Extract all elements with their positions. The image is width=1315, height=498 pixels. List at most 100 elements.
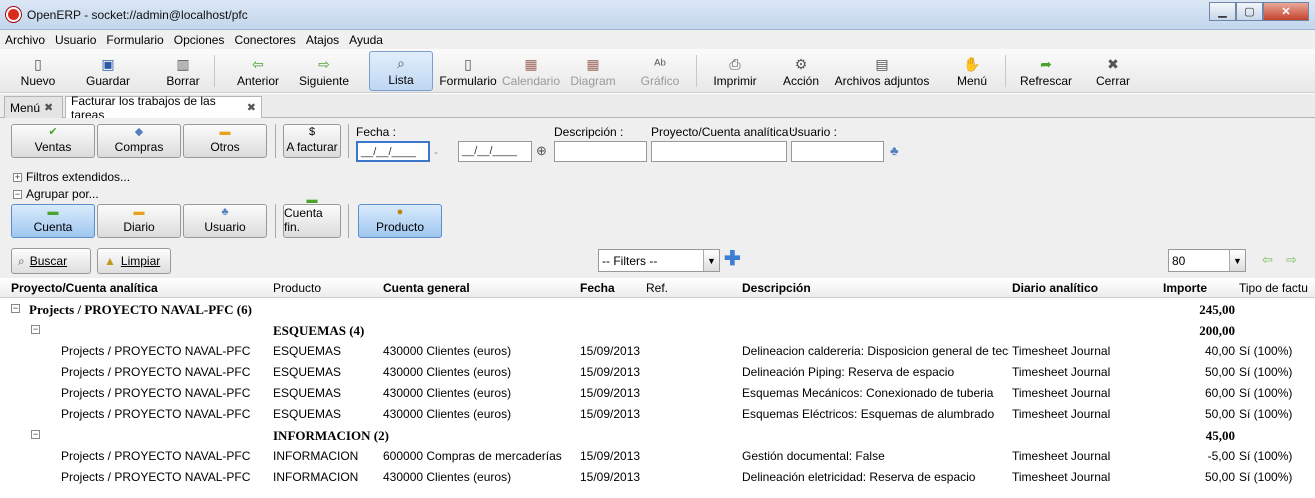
menu-archivo[interactable]: Archivo [5,33,45,47]
page-previous-icon[interactable]: ⇦ [1262,252,1273,268]
add-filter-icon[interactable]: ✚ [724,246,741,271]
column-cuenta[interactable]: Cuenta general [383,279,470,299]
attachments-button[interactable]: ▤ Archivos adjuntos [834,51,930,91]
menu-bar: Archivo Usuario Formulario Opciones Cone… [0,30,1315,49]
group-cuenta-button[interactable]: ▬ Cuenta [11,204,95,238]
table-row[interactable]: Projects / PROYECTO NAVAL-PFC ESQUEMAS 4… [0,362,1315,383]
menu-usuario[interactable]: Usuario [55,33,96,47]
menu-conectores[interactable]: Conectores [234,33,295,47]
column-importe[interactable]: Importe [1163,279,1207,299]
collapse-minus-icon[interactable]: − [11,304,20,313]
menu-formulario[interactable]: Formulario [106,33,163,47]
delete-button[interactable]: ▥ Borrar [163,51,203,91]
action-button[interactable]: ⚙ Acción [780,51,822,91]
table-row[interactable]: Projects / PROYECTO NAVAL-PFC ESQUEMAS 4… [0,404,1315,425]
list-view-button[interactable]: ⌕ Lista [369,51,433,91]
group-row[interactable]: − Projects / PROYECTO NAVAL-PFC (6) 245,… [0,299,1315,320]
minimize-button[interactable]: ▁ [1209,2,1236,21]
tab-menu[interactable]: Menú ✖ [4,96,63,118]
trash-icon: ▥ [176,56,190,72]
maximize-button[interactable]: ▢ [1236,2,1263,21]
tab-close-icon[interactable]: ✖ [247,101,256,114]
column-tipo[interactable]: Tipo de factu [1239,279,1315,299]
date-from-field[interactable]: __/__/____ [356,141,430,162]
printer-icon: ⎙ [729,56,741,72]
group-producto-button[interactable]: ● Producto [358,204,442,238]
tab-close-icon[interactable]: ✖ [44,101,53,114]
menu-ayuda[interactable]: Ayuda [349,33,383,47]
toolbar-separator [214,55,215,87]
proyecto-input[interactable] [651,141,787,162]
table-row[interactable]: Projects / PROYECTO NAVAL-PFC INFORMACIO… [0,446,1315,467]
menu-hand-icon: ✋ [963,56,981,72]
date-to-field[interactable]: __/__/____ [458,141,532,162]
column-fecha[interactable]: Fecha [580,279,615,299]
usuario-label: Usuario : [789,125,838,139]
page-next-icon[interactable]: ⇨ [1286,252,1297,268]
table-row[interactable]: Projects / PROYECTO NAVAL-PFC ESQUEMAS 4… [0,341,1315,362]
new-button[interactable]: ▯ Nuevo [20,51,56,91]
group-cuenta-fin-button[interactable]: ▬ Cuenta fin. [283,194,341,238]
user-lookup-icon[interactable]: ♣ [890,143,899,158]
chevron-down-icon: ▼ [1229,250,1245,271]
folder-icon: ▬ [47,206,59,218]
date-range-separator: - [434,145,438,159]
form-view-button[interactable]: ▯ Formulario [438,51,498,91]
print-button[interactable]: ⎙ Imprimir [710,51,760,91]
usuario-input[interactable] [791,141,884,162]
diagram-view-button[interactable]: ▦ Diagram [567,51,619,91]
menu-opciones[interactable]: Opciones [174,33,225,47]
filter-otros-button[interactable]: ▬ Otros [183,124,267,158]
search-button[interactable]: ⌕ Buscar [11,248,91,274]
filters-select[interactable]: -- Filters -- ▼ [598,249,720,272]
save-icon: ▣ [101,56,115,72]
filter-ventas-button[interactable]: ✔ Ventas [11,124,95,158]
group-row[interactable]: − ESQUEMAS (4) 200,00 [0,320,1315,341]
tab-facturar[interactable]: Facturar los trabajos de las tareas ✖ [65,94,262,122]
folder-icon: ▬ [219,126,231,138]
previous-button[interactable]: ⇦ Anterior [234,51,282,91]
descripcion-input[interactable] [554,141,647,162]
next-button[interactable]: ⇨ Siguiente [297,51,351,91]
group-diario-button[interactable]: ▬ Diario [97,204,181,238]
title-bar: OpenERP - socket://admin@localhost/pfc ▁… [0,0,1315,30]
calendar-icon: ▦ [524,56,538,72]
column-producto[interactable]: Producto [273,279,321,299]
close-window-button[interactable]: ✕ [1263,2,1309,21]
menu-button[interactable]: ✋ Menú [954,51,990,91]
openerp-logo-icon [6,7,21,22]
proyecto-label: Proyecto/Cuenta analítica : [651,125,796,139]
close-button[interactable]: ✖ Cerrar [1094,51,1132,91]
clear-button[interactable]: ▲ Limpiar [97,248,171,274]
group-by-toggle[interactable]: − Agrupar por... [13,187,99,201]
gears-icon: ⚙ [794,56,808,72]
column-ref[interactable]: Ref. [646,279,668,299]
graph-icon: ᴬᵇ [654,56,666,72]
diagram-icon: ▦ [586,56,600,72]
calendar-view-button[interactable]: ▦ Calendario [502,51,560,91]
toolbar: ▯ Nuevo ▣ Guardar ▥ Borrar ⇦ Anterior ⇨ Sigui… [0,49,1315,93]
menu-atajos[interactable]: Atajos [306,33,339,47]
arrow-right-icon: ⇨ [318,56,330,72]
filter-a-facturar-button[interactable]: $ A facturar [283,124,341,158]
group-row[interactable]: − INFORMACION (2) 45,00 [0,425,1315,446]
descripcion-label: Descripción : [554,125,624,139]
collapse-minus-icon[interactable]: − [31,325,40,334]
collapse-minus-icon[interactable]: − [31,430,40,439]
table-row[interactable]: Projects / PROYECTO NAVAL-PFC INFORMACIO… [0,467,1315,488]
zoom-icon[interactable]: ⊕ [536,143,547,159]
limit-select[interactable]: 80 ▼ [1168,249,1246,272]
table-row[interactable]: Projects / PROYECTO NAVAL-PFC ESQUEMAS 4… [0,383,1315,404]
column-proyecto[interactable]: Proyecto/Cuenta analítica [11,279,158,299]
filter-compras-button[interactable]: ◆ Compras [97,124,181,158]
refresh-button[interactable]: ➦ Refrescar [1018,51,1074,91]
column-descripcion[interactable]: Descripción [742,279,811,299]
new-document-icon: ▯ [34,56,42,72]
graph-view-button[interactable]: ᴬᵇ Gráfico [640,51,680,91]
refresh-arrow-icon: ➦ [1040,56,1052,72]
extended-filters-toggle[interactable]: + Filtros extendidos... [13,170,130,184]
save-button[interactable]: ▣ Guardar [84,51,132,91]
toolbar-separator [696,55,697,87]
column-diario[interactable]: Diario analítico [1012,279,1098,299]
group-usuario-button[interactable]: ♣ Usuario [183,204,267,238]
